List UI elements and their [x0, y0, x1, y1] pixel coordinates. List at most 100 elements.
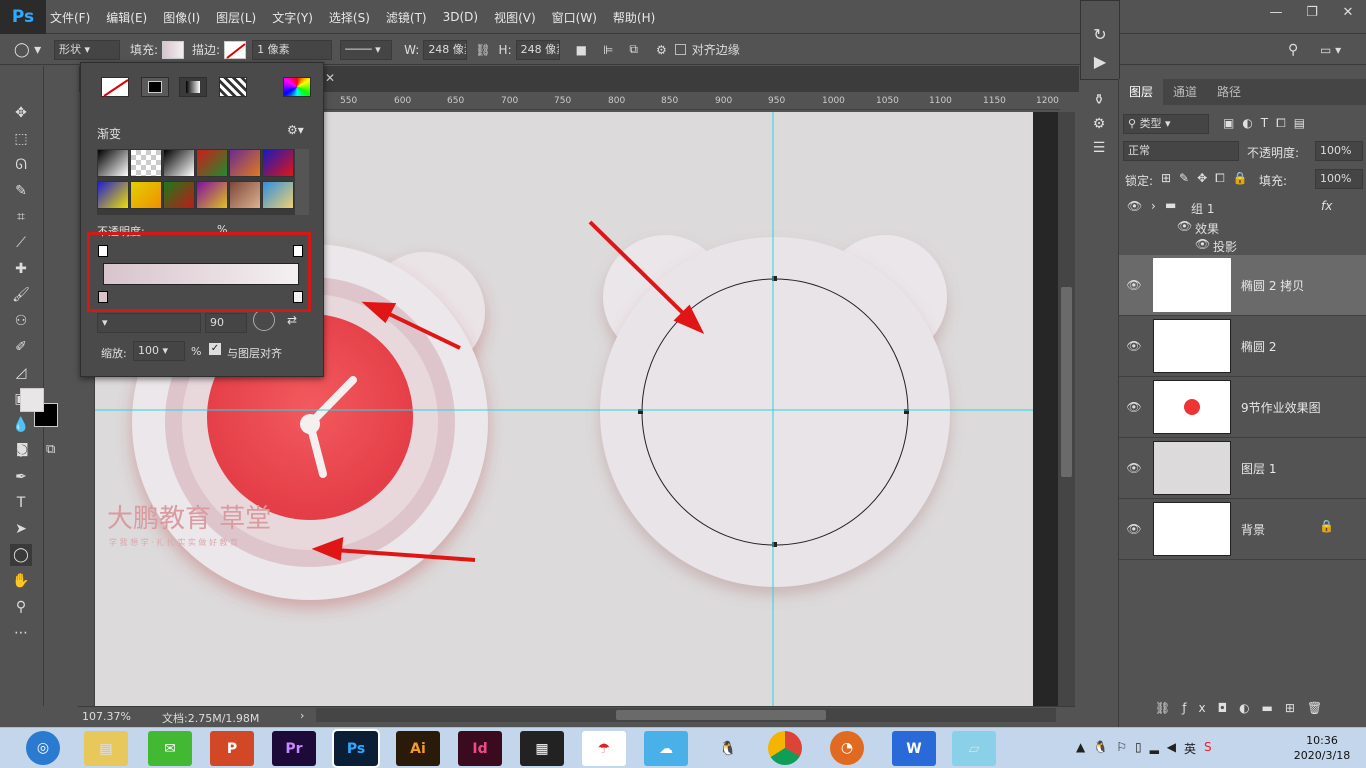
- no-fill-button[interactable]: [101, 77, 129, 97]
- browser-icon[interactable]: ◔: [830, 731, 864, 765]
- indesign-icon[interactable]: Id: [458, 731, 502, 766]
- search-icon[interactable]: ⚲: [1288, 42, 1298, 58]
- gradient-preset[interactable]: [196, 181, 228, 209]
- marquee-tool-icon[interactable]: ⬚: [10, 128, 32, 150]
- angle-input[interactable]: 90: [205, 313, 247, 333]
- mask-icon[interactable]: ◘: [1218, 701, 1240, 715]
- path-select-tool-icon[interactable]: ➤: [10, 518, 32, 540]
- ime-indicator[interactable]: 英: [1184, 740, 1196, 757]
- tab-channels[interactable]: 通道: [1163, 79, 1207, 105]
- layer-filter-select[interactable]: ⚲ 类型 ▾: [1123, 114, 1209, 134]
- chrome-icon[interactable]: [768, 731, 802, 765]
- file-explorer-icon[interactable]: ▤: [84, 731, 128, 766]
- zoom-tool-icon[interactable]: ⚲: [10, 596, 32, 618]
- eye-icon[interactable]: 👁: [1119, 522, 1149, 536]
- stroke-swatch[interactable]: [224, 40, 247, 59]
- stroke-width-select[interactable]: 1 像素: [252, 39, 333, 60]
- align-layer-checkbox[interactable]: ✓: [209, 343, 221, 355]
- new-group-icon[interactable]: ▬: [1262, 701, 1285, 715]
- stamp-tool-icon[interactable]: ⚇: [10, 310, 32, 332]
- cloud-app-icon[interactable]: ☁: [644, 731, 688, 766]
- menu-help[interactable]: 帮助(H): [613, 9, 655, 26]
- tray-qq-icon[interactable]: 🐧: [1093, 740, 1108, 757]
- layer-row[interactable]: 👁 椭圆 2: [1119, 316, 1366, 377]
- pattern-fill-button[interactable]: [219, 77, 247, 97]
- align-edges-checkbox[interactable]: [674, 44, 686, 55]
- height-input[interactable]: 248 像素: [515, 39, 560, 60]
- gradient-preset[interactable]: [130, 181, 162, 209]
- menu-layer[interactable]: 图层(L): [216, 9, 256, 26]
- angle-dial[interactable]: [253, 309, 275, 331]
- tray-chevron-icon[interactable]: ▲: [1076, 740, 1085, 757]
- scale-select[interactable]: 100 ▾: [133, 341, 185, 361]
- properties-icon[interactable]: ☰: [1080, 140, 1118, 156]
- close-icon[interactable]: ✕: [1330, 0, 1366, 26]
- brush-settings-icon[interactable]: ⚱: [1080, 92, 1118, 108]
- solid-fill-button[interactable]: [141, 77, 169, 97]
- photoshop-taskbar-icon[interactable]: Ps: [332, 729, 380, 768]
- brush-tool-icon[interactable]: 🖌: [10, 284, 32, 306]
- history-icon[interactable]: ↻: [1081, 25, 1119, 44]
- eye-icon[interactable]: 👁: [1127, 199, 1142, 213]
- blend-mode-select[interactable]: 正常: [1123, 141, 1239, 161]
- menu-3d[interactable]: 3D(D): [443, 10, 478, 24]
- layer-row[interactable]: 👁 背景 🔒: [1119, 499, 1366, 560]
- gradient-preset[interactable]: [163, 149, 195, 177]
- menu-filter[interactable]: 滤镜(T): [386, 9, 427, 26]
- gradient-preset[interactable]: [262, 149, 294, 177]
- tool-mode-select[interactable]: 形状 ▾: [54, 39, 120, 60]
- eyedropper-tool-icon[interactable]: ⟋: [10, 232, 32, 254]
- path-alignment-icon[interactable]: ⊫: [603, 43, 613, 57]
- layer-row[interactable]: 👁 椭圆 2 拷贝: [1119, 255, 1366, 316]
- layer-group[interactable]: 👁 › ▬ 组 1 fx 👁 效果 👁 投影: [1119, 195, 1366, 255]
- tray-network-icon[interactable]: ▂: [1150, 740, 1159, 757]
- quick-mask-icon[interactable]: ◙: [16, 442, 29, 457]
- menu-file[interactable]: 文件(F): [50, 9, 90, 26]
- lock-icons[interactable]: ⊞✎✥⧠🔒: [1161, 171, 1256, 186]
- width-input[interactable]: 248 像素: [423, 39, 468, 60]
- wps-icon[interactable]: W: [892, 731, 936, 766]
- gradient-settings-icon[interactable]: ⚙▾: [287, 123, 304, 137]
- tray-sogou-icon[interactable]: S: [1204, 740, 1212, 757]
- move-tool-icon[interactable]: ✥: [10, 102, 32, 124]
- gradient-preset[interactable]: [163, 181, 195, 209]
- healing-tool-icon[interactable]: ✚: [10, 258, 32, 280]
- gradient-preset[interactable]: [229, 181, 261, 209]
- gear-icon[interactable]: ⚙: [656, 43, 667, 57]
- gradient-style-select[interactable]: ▾: [97, 313, 201, 333]
- fx-menu-icon[interactable]: ƒx: [1182, 701, 1217, 715]
- presets-scrollbar[interactable]: [295, 149, 309, 215]
- reverse-icon[interactable]: ⇄: [287, 313, 297, 327]
- gradient-preset[interactable]: [262, 181, 294, 209]
- premiere-icon[interactable]: Pr: [272, 731, 316, 766]
- layer-row[interactable]: 👁 图层 1: [1119, 438, 1366, 499]
- screen-mode-icon[interactable]: ⧉: [46, 442, 55, 457]
- gradient-preset[interactable]: [97, 181, 129, 209]
- eraser-tool-icon[interactable]: ◿: [10, 362, 32, 384]
- ellipse-tool-icon[interactable]: ◯: [10, 544, 32, 566]
- link-layers-icon[interactable]: ⛓: [1155, 701, 1182, 715]
- tray-battery-icon[interactable]: ▯: [1135, 740, 1142, 757]
- menu-edit[interactable]: 编辑(E): [106, 9, 147, 26]
- menu-window[interactable]: 窗口(W): [552, 9, 597, 26]
- play-icon[interactable]: ▶: [1081, 52, 1119, 71]
- illustrator-icon[interactable]: Ai: [396, 731, 440, 766]
- adjustments-icon[interactable]: ⚙: [1080, 116, 1118, 132]
- trash-icon[interactable]: 🗑: [1307, 701, 1334, 715]
- start-button[interactable]: ◎: [26, 731, 60, 765]
- path-operations-icon[interactable]: ■: [576, 43, 587, 57]
- layer-row[interactable]: 👁 9节作业效果图: [1119, 377, 1366, 438]
- vertical-scrollbar[interactable]: [1058, 112, 1075, 706]
- tray-security-icon[interactable]: ⚐: [1116, 740, 1127, 757]
- adjustment-icon[interactable]: ◐: [1239, 701, 1261, 715]
- gradient-preset[interactable]: [97, 149, 129, 177]
- gradient-preset[interactable]: [130, 149, 162, 177]
- eye-icon[interactable]: 👁: [1119, 461, 1149, 475]
- type-tool-icon[interactable]: T: [10, 492, 32, 514]
- blur-tool-icon[interactable]: 💧: [10, 414, 32, 436]
- hand-tool-icon[interactable]: ✋: [10, 570, 32, 592]
- crop-tool-icon[interactable]: ⌗: [10, 206, 32, 228]
- pen-tool-icon[interactable]: ✒: [10, 466, 32, 488]
- effects-eye-icon[interactable]: 👁: [1177, 219, 1192, 233]
- close-tab-icon[interactable]: ✕: [325, 71, 335, 85]
